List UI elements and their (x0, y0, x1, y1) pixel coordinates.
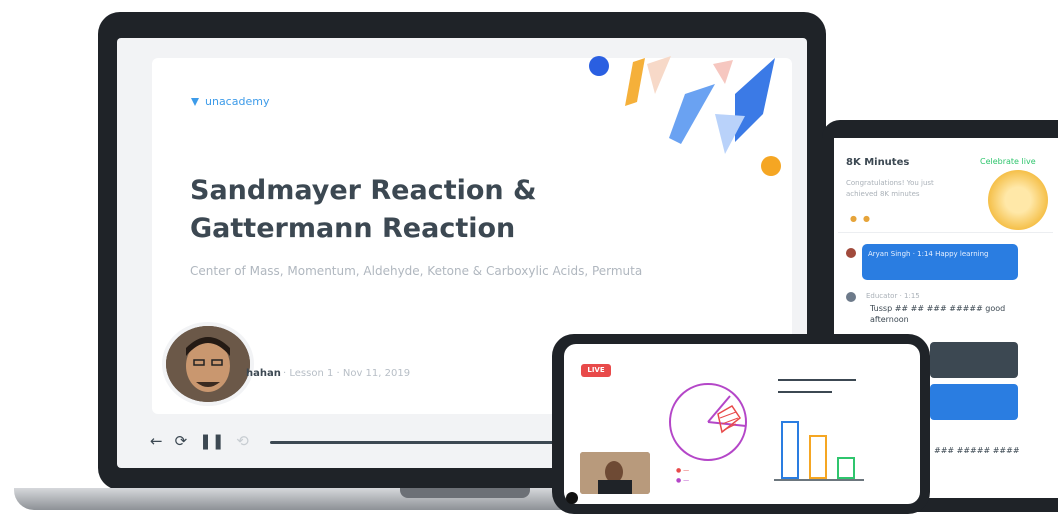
minutes-title: 8K Minutes (846, 157, 910, 168)
legend-item-red: ● — (676, 467, 690, 474)
player-controls: ← ⟳ ❚❚ ⟲ (150, 432, 249, 450)
educator-avatar (162, 322, 254, 406)
lesson-subtitle: Center of Mass, Momentum, Aldehyde, Keto… (190, 264, 643, 278)
congrats-text: Congratulations! You just achieved 8K mi… (846, 179, 934, 198)
unacademy-icon (191, 97, 199, 106)
chat-message: Aryan Singh · 1:14 Happy learning (862, 244, 1018, 280)
educator-video-icon (580, 452, 650, 494)
forward-icon[interactable]: ⟲ (236, 432, 249, 450)
dots-indicator: ●● (850, 214, 876, 223)
chat-message: ### ##### #### (934, 446, 1020, 455)
rewind-icon[interactable]: ⟳ (175, 432, 188, 450)
phone-camera (566, 492, 578, 504)
educator-face (166, 326, 250, 402)
user-avatar (846, 292, 856, 302)
chat-message (930, 384, 1018, 420)
lesson-title: Sandmayer Reaction & Gattermann Reaction (190, 175, 537, 244)
whiteboard-drawing (669, 379, 864, 481)
legend-item-purple: ● — (676, 477, 690, 484)
arrow-left-icon[interactable]: ← (150, 432, 163, 450)
divider (838, 232, 1053, 233)
brand-logo: unacademy (190, 95, 269, 108)
user-avatar (846, 248, 856, 258)
brand-name: unacademy (205, 95, 270, 108)
chat-message (930, 342, 1018, 378)
live-badge: LIVE (581, 364, 611, 377)
trophy-icon (988, 170, 1048, 230)
laptop-notch (400, 488, 530, 498)
educator-camera (580, 452, 650, 494)
celebrate-link[interactable]: Celebrate live (980, 157, 1036, 166)
chat-message: Tussp ## ## ### ##### good afternoon (870, 304, 1006, 324)
lesson-meta: · Lesson 1 · Nov 11, 2019 (283, 368, 411, 379)
chat-username: Educator · 1:15 (866, 292, 920, 300)
decorative-illustration (589, 56, 781, 176)
pause-icon[interactable]: ❚❚ (199, 432, 224, 450)
educator-name[interactable]: hahan (246, 368, 281, 379)
whiteboard-legend: ● — ● — (676, 466, 689, 486)
progress-bar[interactable] (270, 441, 570, 444)
